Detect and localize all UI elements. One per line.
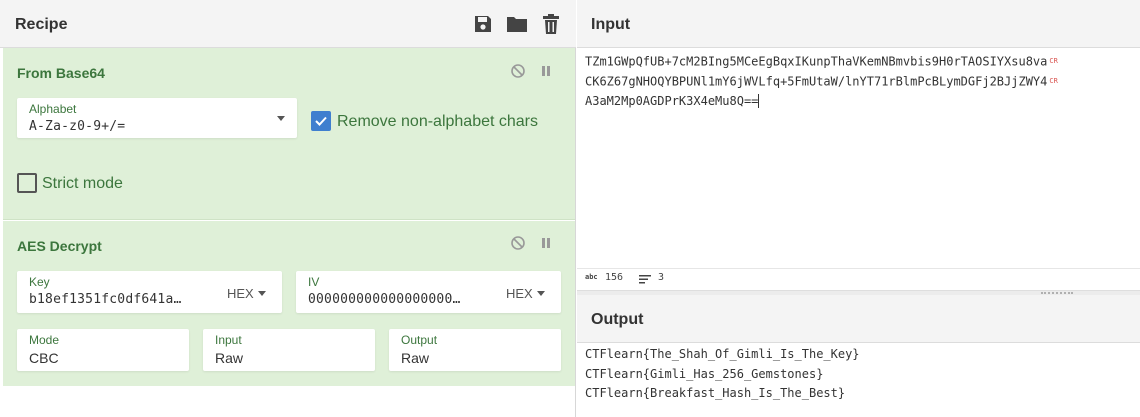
output-line: CTFlearn{The_Shah_Of_Gimli_Is_The_Key} [585, 347, 860, 361]
remove-nonalpha-checkbox[interactable] [311, 111, 331, 131]
disable-icon[interactable] [509, 234, 527, 252]
output-textarea[interactable]: CTFlearn{The_Shah_Of_Gimli_Is_The_Key} CT… [585, 345, 860, 404]
input-format-label: Input [215, 333, 242, 347]
line-break-marker: CR [1049, 76, 1058, 85]
operation-title: AES Decrypt [17, 238, 102, 254]
strict-mode-checkbox[interactable] [17, 173, 37, 193]
output-header: Output [577, 295, 1140, 343]
save-icon[interactable] [472, 13, 494, 35]
input-line: A3aM2Mp0AGDPrK3X4eMu8Q== [585, 93, 760, 108]
lines-icon [639, 275, 651, 287]
output-format-label: Output [401, 333, 438, 347]
output-title: Output [591, 311, 644, 328]
input-header: Input [577, 0, 1140, 48]
grip-icon [1041, 292, 1073, 294]
trash-icon[interactable] [540, 13, 562, 35]
output-format-value: Raw [401, 350, 430, 366]
key-field[interactable]: Key b18ef1351fc0df641a… HEX [17, 271, 282, 313]
iv-field[interactable]: IV 000000000000000000… HEX [296, 271, 561, 313]
recipe-title: Recipe [15, 16, 68, 33]
recipe-panel: Recipe From Base64 Alphabet A-Za-z0-9+/=… [0, 0, 576, 417]
mode-select[interactable]: Mode CBC [17, 329, 189, 371]
key-value: b18ef1351fc0df641a… [29, 292, 182, 307]
chevron-down-icon [277, 116, 285, 121]
output-line: CTFlearn{Gimli_Has_256_Gemstones} [585, 366, 824, 381]
alphabet-select[interactable]: Alphabet A-Za-z0-9+/= [17, 98, 297, 138]
mode-label: Mode [29, 333, 60, 347]
key-label: Key [29, 275, 50, 289]
output-line: CTFlearn{Breakfast_Hash_Is_The_Best} [585, 386, 846, 400]
key-format-dropdown[interactable]: HEX [227, 286, 266, 301]
io-panel: Input TZm1GWpQfUB+7cM2BIng5MCeEgBqxIKunp… [577, 0, 1140, 417]
input-line-count: 3 [658, 272, 665, 283]
pause-icon[interactable] [537, 234, 555, 252]
remove-nonalpha-label: Remove non-alphabet chars [337, 113, 539, 130]
input-format-select[interactable]: Input Raw [203, 329, 375, 371]
checkmark-icon [315, 116, 327, 126]
alphabet-label: Alphabet [29, 102, 77, 116]
output-format-select[interactable]: Output Raw [389, 329, 561, 371]
caret-down-icon [257, 291, 266, 296]
operation-title: From Base64 [17, 65, 105, 81]
iv-format-label: HEX [506, 286, 533, 301]
folder-icon[interactable] [506, 13, 528, 35]
input-status-bar: abc 156 3 [577, 268, 1140, 290]
caret-down-icon [536, 291, 545, 296]
iv-format-dropdown[interactable]: HEX [506, 286, 545, 301]
input-length: 156 [605, 272, 624, 283]
disable-icon[interactable] [509, 62, 527, 80]
text-cursor [758, 94, 760, 108]
mode-value: CBC [29, 350, 59, 366]
input-title: Input [591, 16, 631, 33]
operation-from-base64: From Base64 Alphabet A-Za-z0-9+/= Remove… [3, 48, 575, 220]
recipe-header: Recipe [0, 0, 576, 48]
input-format-value: Raw [215, 350, 244, 366]
pause-icon[interactable] [537, 62, 555, 80]
input-line: CK6Z67gNHOQYBPUNl1mY6jWVLfq+5FmUtaW/lnYT… [585, 74, 1058, 88]
strict-mode-label: Strict mode [42, 175, 123, 192]
input-line: TZm1GWpQfUB+7cM2BIng5MCeEgBqxIKunpThaVKe… [585, 54, 1058, 69]
length-icon: abc [585, 273, 598, 281]
line-break-marker: CR [1049, 57, 1058, 65]
iv-label: IV [308, 275, 320, 289]
key-format-label: HEX [227, 286, 254, 301]
alphabet-value: A-Za-z0-9+/= [29, 119, 126, 134]
operation-aes-decrypt: AES Decrypt Key b18ef1351fc0df641a… HEX … [3, 221, 575, 386]
iv-value: 000000000000000000… [308, 292, 461, 307]
input-textarea[interactable]: TZm1GWpQfUB+7cM2BIng5MCeEgBqxIKunpThaVKe… [585, 52, 1058, 111]
